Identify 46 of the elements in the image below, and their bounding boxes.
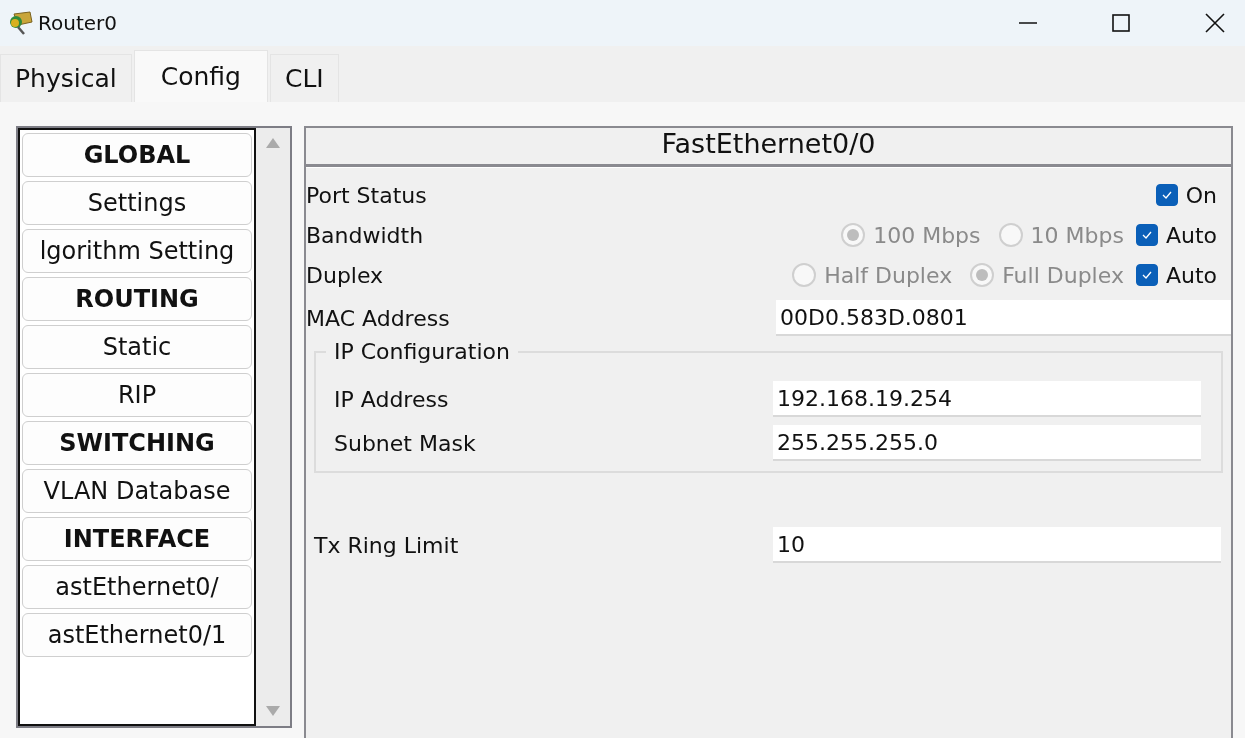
checkbox[interactable] <box>1155 184 1178 206</box>
maximize-icon[interactable] <box>1112 14 1130 32</box>
radio-label: 10 Mbps <box>1030 222 1124 248</box>
sidebar-item[interactable]: RIP <box>22 373 252 417</box>
radio-label: Full Duplex <box>1002 262 1124 288</box>
minimize-icon[interactable] <box>1019 22 1037 24</box>
panel-title: FastEthernet0/0 <box>661 128 876 159</box>
field-label: Port Status <box>306 182 427 208</box>
input-field[interactable]: 255.255.255.0 <box>773 425 1201 461</box>
field-label: Subnet Mask <box>334 430 476 456</box>
sidebar-item[interactable]: lgorithm Setting <box>22 229 252 273</box>
input-field[interactable]: 10 <box>773 527 1221 563</box>
tab[interactable]: CLI <box>269 54 339 102</box>
checkbox-label: Auto <box>1165 262 1217 288</box>
tab[interactable]: Physical <box>0 54 132 102</box>
radio-label: Half Duplex <box>824 262 953 288</box>
checkbox-label: Auto <box>1165 222 1217 248</box>
sidebar-header[interactable]: GLOBAL <box>22 133 252 177</box>
radio-label: 100 Mbps <box>873 222 981 248</box>
field-label: Tx Ring Limit <box>314 532 459 558</box>
checkbox[interactable] <box>1135 264 1158 286</box>
check-icon <box>1140 230 1153 240</box>
field-label: Duplex <box>306 262 384 288</box>
close-icon[interactable] <box>1205 13 1225 33</box>
scroll-up-icon[interactable] <box>266 138 280 148</box>
input-field[interactable]: 00D0.583D.0801 <box>776 300 1231 336</box>
scrollbar[interactable] <box>256 128 290 726</box>
input-field[interactable]: 192.168.19.254 <box>773 381 1201 417</box>
check-icon <box>1160 190 1173 200</box>
field-label: IP Address <box>334 386 449 412</box>
window-title: Router0 <box>38 11 117 35</box>
field-label: MAC Address <box>306 305 450 331</box>
sidebar-item[interactable]: Settings <box>22 181 252 225</box>
checkbox-label: On <box>1185 182 1217 208</box>
checkbox[interactable] <box>1135 224 1158 246</box>
check-icon <box>1140 270 1153 280</box>
sidebar-header[interactable]: INTERFACE <box>22 517 252 561</box>
sidebar-item[interactable]: astEthernet0/ <box>22 565 252 609</box>
scroll-down-icon[interactable] <box>266 706 280 716</box>
field-label: Bandwidth <box>306 222 424 248</box>
sidebar-item[interactable]: astEthernet0/1 <box>22 613 252 657</box>
sidebar-item[interactable]: VLAN Database <box>22 469 252 513</box>
tab[interactable]: Config <box>133 50 268 102</box>
sidebar-header[interactable]: SWITCHING <box>22 421 252 465</box>
sidebar-item[interactable]: Static <box>22 325 252 369</box>
sidebar-header[interactable]: ROUTING <box>22 277 252 321</box>
